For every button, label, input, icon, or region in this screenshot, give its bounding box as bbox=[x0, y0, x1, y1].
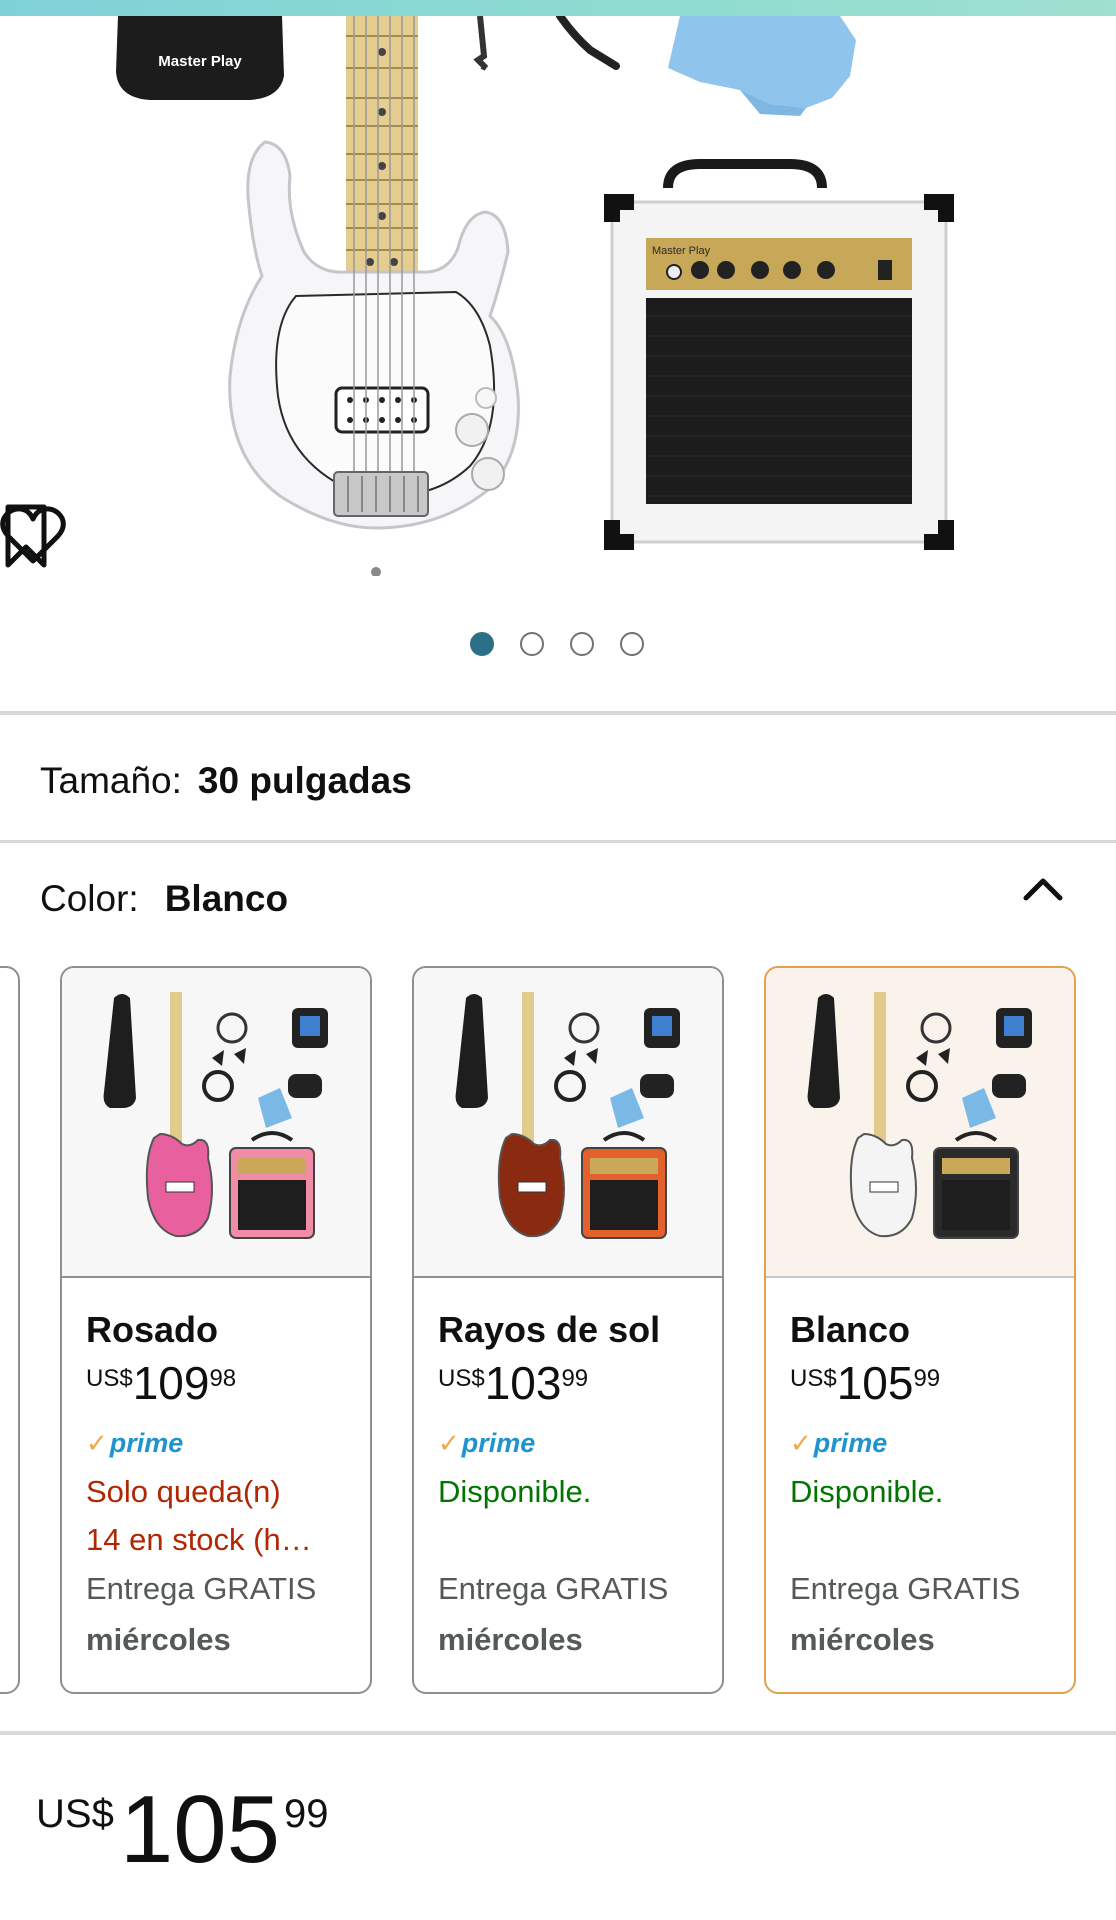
variant-card-partial[interactable] bbox=[0, 966, 20, 1694]
variant-price-whole: 103 bbox=[484, 1357, 562, 1409]
carousel-dot[interactable] bbox=[470, 632, 494, 656]
prime-check-icon: ✓ bbox=[790, 1427, 812, 1458]
variant-name: Rosado bbox=[86, 1309, 219, 1350]
stock-status-line: 14 en stock (h… bbox=[86, 1522, 312, 1557]
prime-label: prime bbox=[813, 1427, 888, 1458]
delivery-day: miércoles bbox=[790, 1622, 935, 1657]
variant-price: US$ 103 99 bbox=[438, 1360, 722, 1406]
bookmark-icon[interactable] bbox=[0, 503, 52, 569]
amp-label: Master Play bbox=[652, 245, 711, 257]
size-option[interactable]: Tamaño: 30 pulgadas bbox=[40, 760, 412, 802]
price-fraction: 99 bbox=[283, 1792, 329, 1836]
prime-check-icon: ✓ bbox=[438, 1427, 460, 1458]
delivery-label: Entrega GRATIS bbox=[438, 1571, 669, 1606]
delivery-label: Entrega GRATIS bbox=[86, 1571, 317, 1606]
carousel-dots bbox=[470, 632, 644, 656]
prime-label: prime bbox=[109, 1427, 184, 1458]
product-image-carousel[interactable]: Master Play Master Play bbox=[0, 16, 1116, 576]
variant-image bbox=[414, 968, 722, 1278]
variant-price-fraction: 99 bbox=[913, 1365, 941, 1392]
prime-label: prime bbox=[461, 1427, 536, 1458]
stock-status: Disponible. bbox=[790, 1474, 944, 1509]
section-divider bbox=[0, 711, 1116, 715]
variant-card[interactable]: Blanco US$ 105 99 ✓ prime Disponible. Entrega G… bbox=[764, 966, 1076, 1694]
variant-price-whole: 109 bbox=[132, 1357, 210, 1409]
variant-name: Rayos de sol bbox=[438, 1309, 661, 1350]
carousel-dot[interactable] bbox=[570, 632, 594, 656]
prime-badge: ✓ prime bbox=[438, 1428, 722, 1458]
delivery-label: Entrega GRATIS bbox=[790, 1571, 1021, 1606]
variant-card[interactable]: Rosado US$ 109 98 ✓ prime Solo queda(n) 14 en s… bbox=[60, 966, 372, 1694]
stock-status: Disponible. bbox=[438, 1474, 592, 1509]
color-label: Color: bbox=[40, 878, 139, 919]
prime-badge: ✓ prime bbox=[790, 1428, 1074, 1458]
variant-image bbox=[62, 968, 370, 1278]
variant-price-fraction: 98 bbox=[209, 1365, 237, 1392]
section-divider bbox=[0, 1731, 1116, 1735]
variant-price-currency: US$ bbox=[438, 1365, 485, 1392]
top-color-strip bbox=[0, 0, 1116, 16]
stock-status-line: Solo queda(n) bbox=[86, 1474, 281, 1509]
prime-check-icon: ✓ bbox=[86, 1427, 108, 1458]
variant-card[interactable]: Rayos de sol US$ 103 99 ✓ prime Disponible. Ent… bbox=[412, 966, 724, 1694]
prime-badge: ✓ prime bbox=[86, 1428, 370, 1458]
variant-price: US$ 109 98 bbox=[86, 1360, 370, 1406]
bag-label: Master Play bbox=[158, 53, 242, 70]
price-currency: US$ bbox=[36, 1792, 114, 1836]
delivery-day: miércoles bbox=[86, 1622, 231, 1657]
size-value: 30 pulgadas bbox=[197, 760, 412, 801]
variant-name: Blanco bbox=[790, 1309, 911, 1350]
chevron-up-icon[interactable] bbox=[1020, 872, 1066, 904]
section-divider bbox=[0, 840, 1116, 843]
variant-price-currency: US$ bbox=[790, 1365, 837, 1392]
size-label: Tamaño: bbox=[40, 760, 182, 801]
color-value: Blanco bbox=[164, 878, 289, 919]
variant-price-whole: 105 bbox=[836, 1357, 914, 1409]
variant-price-currency: US$ bbox=[86, 1365, 133, 1392]
carousel-dot[interactable] bbox=[620, 632, 644, 656]
variant-price-fraction: 99 bbox=[561, 1365, 589, 1392]
price-whole: 105 bbox=[119, 1776, 280, 1883]
carousel-dot[interactable] bbox=[520, 632, 544, 656]
product-image: Master Play Master Play bbox=[116, 16, 954, 576]
stock-status: Solo queda(n) 14 en stock (h… bbox=[86, 1468, 370, 1564]
delivery-day: miércoles bbox=[438, 1622, 583, 1657]
variant-image bbox=[766, 968, 1074, 1278]
price: US$ 105 99 bbox=[36, 1782, 328, 1878]
variant-price: US$ 105 99 bbox=[790, 1360, 1074, 1406]
color-option[interactable]: Color: Blanco bbox=[40, 878, 288, 920]
